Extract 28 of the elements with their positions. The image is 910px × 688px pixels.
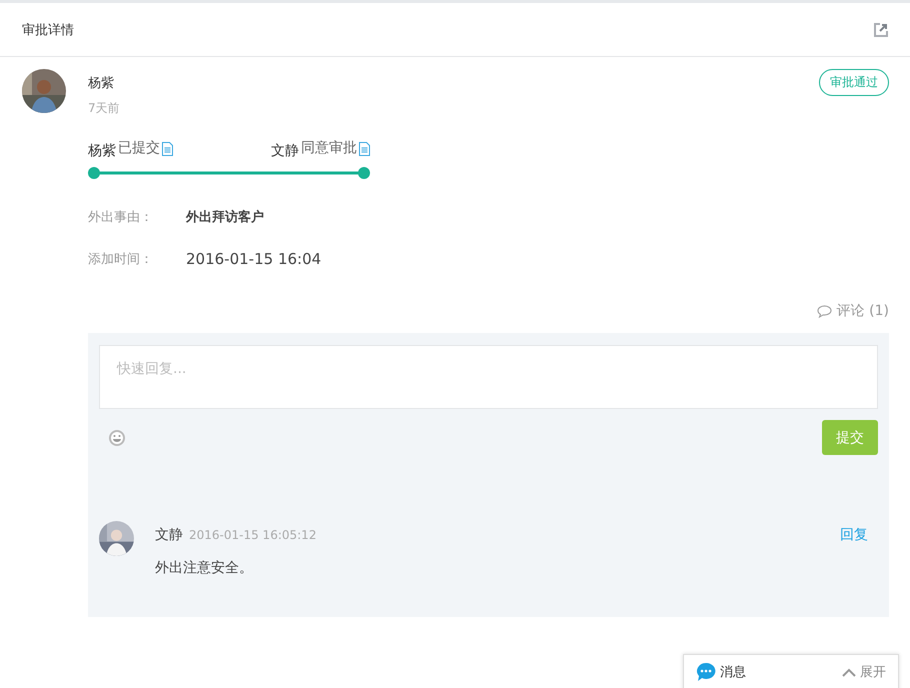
submit-time: 7天前: [88, 100, 120, 117]
chevron-up-icon: [842, 668, 856, 676]
applicant-name: 杨紫: [88, 75, 115, 92]
message-label: 消息: [720, 664, 746, 681]
submit-button[interactable]: 提交: [822, 420, 878, 455]
document-icon[interactable]: [359, 142, 370, 156]
field-value: 2016-01-15 16:04: [186, 250, 322, 268]
step-action: 同意审批: [301, 139, 357, 157]
field-value: 外出拜访客户: [186, 208, 264, 226]
smiley-icon[interactable]: [108, 428, 126, 446]
field-label: 外出事由：: [88, 209, 154, 226]
commenter-name: 文静: [155, 526, 183, 544]
step-action: 已提交: [118, 139, 160, 157]
step-person: 杨紫: [88, 142, 116, 160]
comment-time: 2016-01-15 16:05:12: [189, 528, 316, 542]
chat-bubble-icon[interactable]: [696, 662, 716, 682]
comment-text: 外出注意安全。: [155, 559, 254, 577]
speech-bubble-icon: [816, 304, 832, 318]
comments-link[interactable]: 评论 (1): [816, 302, 889, 320]
document-icon[interactable]: [162, 142, 173, 156]
reply-input[interactable]: 快速回复...: [99, 345, 878, 409]
external-link-icon[interactable]: [874, 22, 888, 36]
status-badge: 审批通过: [819, 69, 889, 96]
field-label: 添加时间：: [88, 251, 154, 268]
reply-link[interactable]: 回复: [840, 526, 868, 544]
step-person: 文静: [271, 142, 299, 160]
expand-button[interactable]: 展开: [842, 663, 886, 681]
panel-title: 审批详情: [22, 22, 74, 38]
